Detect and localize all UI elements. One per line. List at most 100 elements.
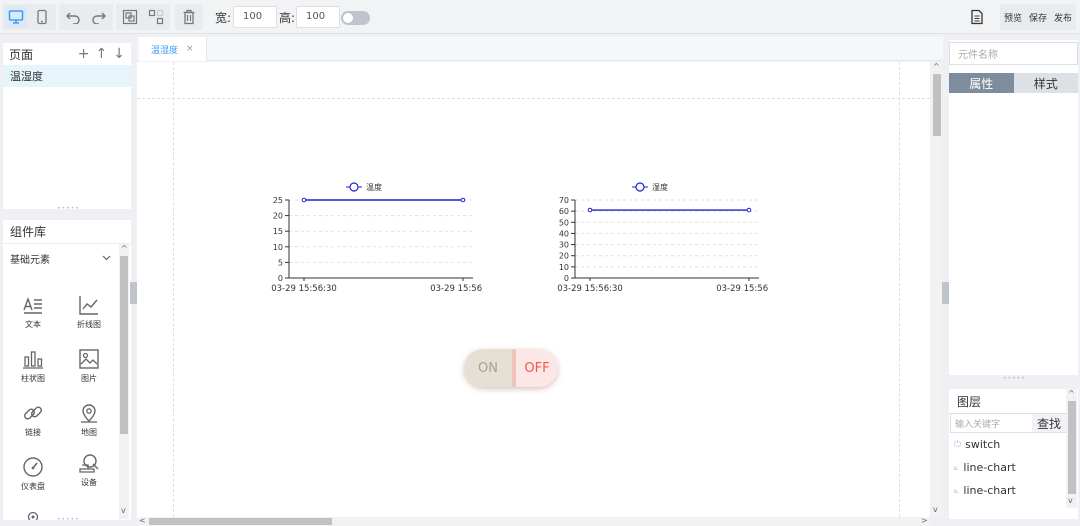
save-button[interactable]: 保存 — [1029, 11, 1047, 24]
switch-widget[interactable]: ON OFF — [464, 349, 558, 387]
tab-properties-label: 属性 — [969, 76, 994, 91]
close-icon[interactable]: × — [186, 44, 194, 54]
pages-header: 页面 + ↑ ↓ — [3, 43, 131, 65]
group-button[interactable] — [119, 6, 141, 28]
x-tick-label: 03-29 15:56:50 — [716, 284, 769, 294]
y-tick-label: 0 — [564, 274, 569, 283]
line-chart-icon: ⟀ — [954, 462, 960, 473]
move-up-button[interactable]: ↑ — [96, 46, 108, 62]
layer-search-input[interactable]: 输入关键字 — [951, 414, 1032, 432]
layer-item-label: switch — [965, 438, 1001, 451]
height-input[interactable]: 100 — [296, 6, 340, 28]
layers-scroll-thumb[interactable] — [1068, 401, 1076, 494]
undo-button[interactable] — [62, 6, 84, 28]
data-point — [460, 197, 466, 203]
layers-panel: 图层 输入关键字 查找 ⏻ switch ⟀ line-chart ⟀ line… — [949, 389, 1078, 519]
ungroup-button[interactable] — [145, 6, 167, 28]
preview-button[interactable]: 预览 — [1004, 11, 1022, 24]
layer-item[interactable]: ⏻ switch — [949, 433, 1078, 456]
scroll-down-icon[interactable]: v — [933, 505, 938, 514]
properties-resize-grip[interactable]: ••••• — [1003, 375, 1026, 382]
layer-search-button[interactable]: 查找 — [1032, 414, 1066, 432]
component-text[interactable]: 文本 — [13, 294, 53, 330]
move-down-button[interactable]: ↓ — [113, 46, 125, 62]
x-tick-label: 03-29 15:56:30 — [271, 284, 337, 294]
component-bar-chart-label: 柱状图 — [21, 374, 45, 383]
component-map[interactable]: 地图 — [69, 402, 109, 438]
component-image-label: 图片 — [81, 374, 97, 383]
delete-button[interactable] — [178, 6, 200, 28]
canvas-hscroll-thumb[interactable] — [149, 518, 332, 525]
component-line-chart-label: 折线图 — [77, 320, 101, 329]
device-toggle-group — [2, 4, 56, 30]
top-toolbar: 宽: 100 高: 100 预览 保存 发布 — [0, 0, 1080, 34]
scroll-up-icon[interactable]: ^ — [121, 244, 128, 253]
legend-marker — [635, 182, 645, 192]
group-tools — [116, 4, 170, 30]
component-library: 组件库 基础元素 文本 折线图 柱状图 图片 链接 地图 仪表盘 设备 — [3, 220, 131, 520]
layers-scrollbar[interactable]: ^ v — [1066, 389, 1077, 508]
desktop-view-button[interactable] — [5, 6, 27, 28]
y-tick-label: 25 — [273, 196, 283, 205]
mobile-view-button[interactable] — [31, 6, 53, 28]
component-link-label: 链接 — [25, 428, 41, 437]
width-input[interactable]: 100 — [233, 6, 277, 28]
switch-on-side[interactable]: ON — [464, 349, 512, 387]
data-point — [587, 207, 593, 213]
temperature-line-chart[interactable]: 温度 0 5 10 15 20 25 03-29 15:56:30 03-29 15:56:50 — [249, 172, 483, 302]
legend-label: 温度 — [366, 182, 382, 192]
component-bar-chart[interactable]: 柱状图 — [13, 348, 53, 384]
scroll-down-icon[interactable]: v — [121, 506, 126, 515]
library-resize-grip[interactable]: ••••• — [57, 516, 80, 523]
y-tick-label: 40 — [559, 229, 569, 238]
scroll-right-icon[interactable]: > — [921, 516, 928, 525]
add-page-button[interactable]: + — [78, 46, 90, 62]
component-link[interactable]: 链接 — [13, 402, 53, 438]
canvas-vertical-scrollbar[interactable]: ^ v — [931, 62, 942, 517]
width-label: 宽: — [215, 11, 232, 25]
element-name-input[interactable]: 元件名称 — [949, 42, 1078, 65]
library-scrollbar[interactable]: ^ v — [119, 244, 129, 519]
x-tick-label: 03-29 15:56:50 — [430, 284, 483, 294]
tab-properties[interactable]: 属性 — [949, 73, 1014, 93]
switch-off-side[interactable]: OFF — [512, 349, 558, 387]
layer-search-placeholder: 输入关键字 — [955, 419, 1001, 430]
library-scroll-thumb[interactable] — [120, 256, 128, 434]
scroll-left-icon[interactable]: < — [139, 516, 146, 525]
legend-marker — [349, 182, 359, 192]
pages-title: 页面 — [9, 47, 34, 62]
layer-item[interactable]: ⟀ line-chart — [949, 479, 1078, 502]
component-gauge[interactable]: 仪表盘 — [13, 456, 53, 492]
scroll-down-icon[interactable]: v — [1068, 496, 1073, 505]
publish-button[interactable]: 发布 — [1054, 11, 1072, 24]
gauge-icon — [23, 457, 43, 477]
data-point — [301, 197, 307, 203]
redo-button[interactable] — [88, 6, 110, 28]
undo-icon — [66, 12, 80, 24]
component-device[interactable]: 设备 — [69, 452, 109, 488]
layer-item[interactable]: ⟀ line-chart — [949, 456, 1078, 479]
category-select[interactable]: 基础元素 — [3, 244, 131, 272]
document-icon[interactable] — [970, 9, 984, 25]
lock-ratio-toggle[interactable] — [341, 11, 370, 25]
pages-resize-grip[interactable]: ••••• — [57, 205, 80, 212]
tab-page[interactable]: 温湿度 × — [139, 37, 207, 61]
group-icon — [122, 9, 138, 25]
width-value: 100 — [243, 11, 263, 22]
page-item-label: 温湿度 — [10, 70, 43, 83]
toggle-knob — [343, 13, 353, 23]
component-image[interactable]: 图片 — [69, 348, 109, 384]
component-line-chart[interactable]: 折线图 — [69, 294, 109, 330]
component-device-label: 设备 — [81, 478, 97, 487]
design-canvas[interactable]: 温度 0 5 10 15 20 25 03-29 15:56:30 03-29 15:56:50… — [137, 62, 930, 517]
humidity-line-chart[interactable]: 湿度 0 10 20 30 40 50 60 70 03-29 15:56:30 03-29 15:… — [535, 172, 769, 302]
tab-style[interactable]: 样式 — [1013, 73, 1078, 93]
page-item[interactable]: 温湿度 — [3, 65, 131, 87]
canvas-vscroll-thumb[interactable] — [933, 74, 941, 136]
guide-line-right — [899, 62, 900, 517]
scroll-up-icon[interactable]: ^ — [1068, 389, 1075, 398]
layer-search-button-label: 查找 — [1036, 416, 1061, 431]
component-more[interactable] — [13, 510, 53, 520]
canvas-horizontal-scrollbar[interactable]: < > — [137, 516, 930, 526]
scroll-up-icon[interactable]: ^ — [933, 62, 940, 71]
